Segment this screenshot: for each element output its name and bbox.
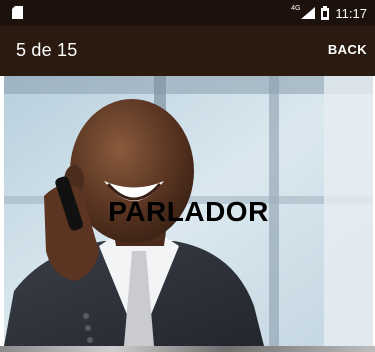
screen: 4G 11:17 5 de 15 BACK PARLADOR (0, 0, 375, 352)
network-type-label: 4G (291, 4, 301, 12)
battery-icon (321, 6, 330, 20)
sd-card-icon (12, 6, 23, 19)
signal-icon (301, 7, 316, 19)
clock: 11:17 (335, 5, 367, 21)
next-image-preview-strip (0, 346, 375, 352)
status-right-group: 4G 11:17 (291, 0, 367, 26)
photo-caption: PARLADOR (108, 196, 269, 227)
man-on-phone-photo: PARLADOR (4, 76, 373, 346)
back-button[interactable]: BACK (328, 41, 367, 58)
status-bar: 4G 11:17 (0, 0, 375, 26)
app-bar: 5 de 15 BACK (0, 26, 375, 76)
page-counter-title: 5 de 15 (16, 40, 78, 60)
